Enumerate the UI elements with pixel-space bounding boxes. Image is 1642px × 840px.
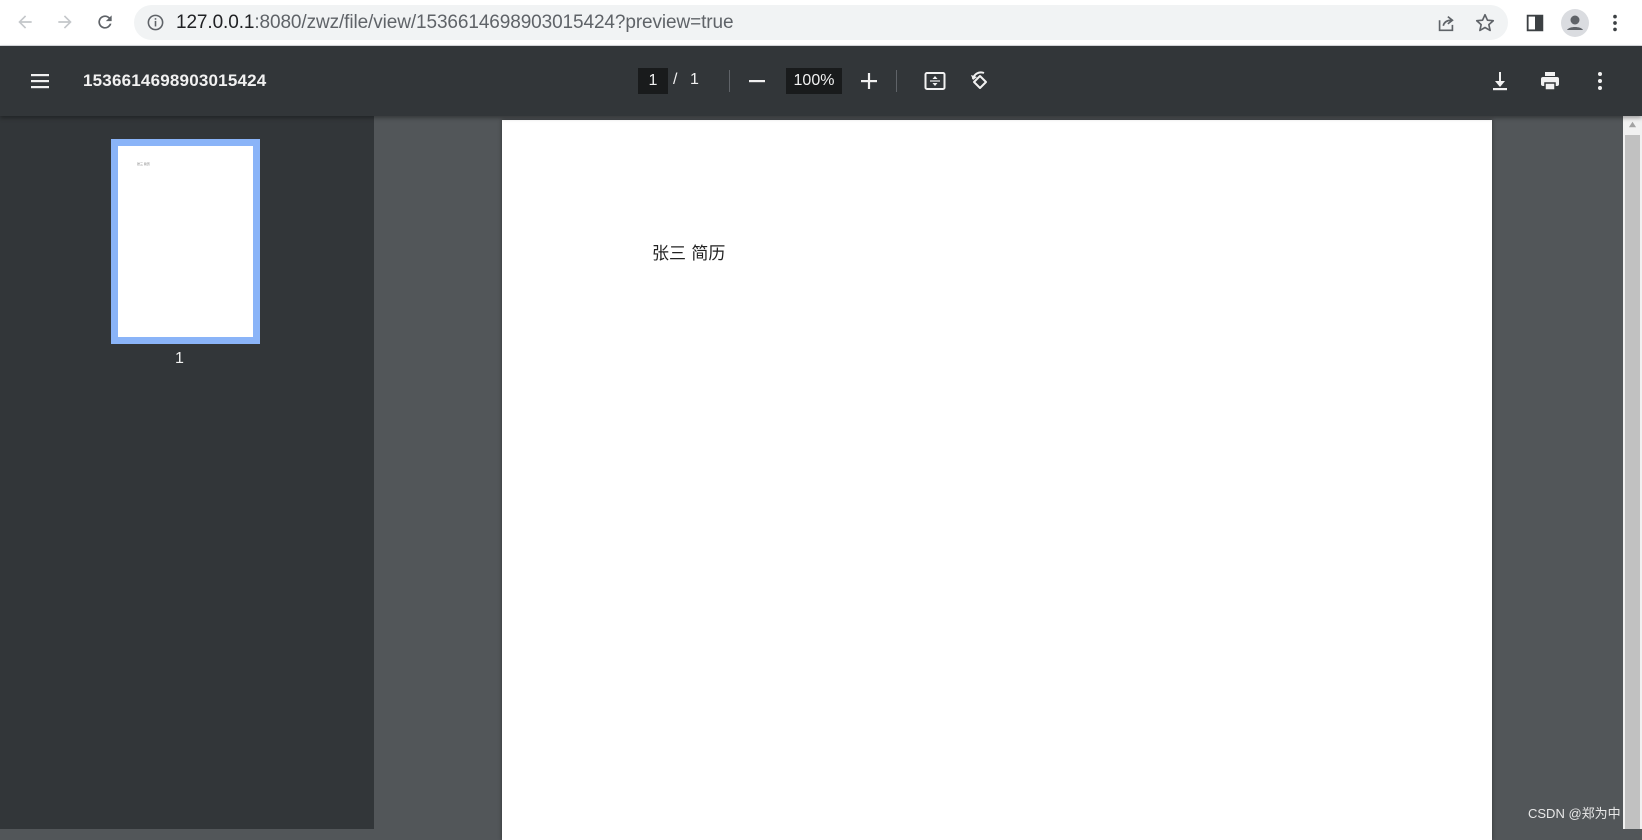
more-vert-icon [1598,72,1602,90]
reload-icon [98,15,112,29]
pdf-page: 张三 简历 [502,120,1492,840]
reload-button[interactable] [89,6,121,38]
triangle-up-icon [1628,121,1637,128]
page-separator: / [673,71,678,88]
rotate-counterclockwise-icon [971,71,987,89]
pdf-viewer[interactable]: 张三 简历 [374,116,1623,840]
thumbnail-text: 张三 简历 [137,162,150,166]
info-icon[interactable] [146,13,165,32]
scroll-up-button[interactable] [1623,116,1642,133]
vertical-scrollbar[interactable] [1623,116,1642,829]
thumbnail-page-number: 1 [175,350,184,367]
address-bar[interactable]: 127.0.0.1:8080/zwz/file/view/15366146989… [134,5,1508,40]
document-title: 1536614698903015424 [83,71,267,90]
back-button[interactable] [9,6,41,38]
side-panel-icon [1526,14,1544,32]
side-panel-button[interactable] [1519,7,1551,39]
fit-to-page-button[interactable] [921,67,949,95]
print-button[interactable] [1536,67,1564,95]
download-icon [1493,72,1507,91]
avatar-icon [1561,9,1589,37]
profile-button[interactable] [1559,7,1591,39]
fit-page-icon [924,72,946,90]
scrollbar-thumb[interactable] [1625,135,1640,829]
thumbnail-sidebar: 张三 简历 1 [0,116,374,829]
url-host: 127.0.0.1 [176,12,255,33]
minus-icon [749,80,765,83]
browser-menu-button[interactable] [1599,7,1631,39]
arrow-right-icon [58,15,72,29]
page-thumbnail[interactable]: 张三 简历 [111,139,260,344]
browser-chrome: 127.0.0.1:8080/zwz/file/view/15366146989… [0,0,1642,46]
watermark: CSDN @郑为中 [1528,806,1621,821]
zoom-out-button[interactable] [744,68,770,94]
plus-icon [861,73,877,89]
printer-icon [1541,72,1559,91]
page-total: 1 [690,71,699,88]
share-icon[interactable] [1435,12,1457,34]
pdf-more-options-button[interactable] [1586,67,1614,95]
download-button[interactable] [1486,67,1514,95]
zoom-level-input[interactable]: 100% [786,68,842,94]
page-number-input[interactable]: 1 [638,68,668,94]
pdf-toolbar: 1536614698903015424 1 / 1 100% [0,46,1642,116]
zoom-in-button[interactable] [856,68,882,94]
rotate-button[interactable] [966,67,994,95]
sidebar-toggle-button[interactable] [26,67,54,95]
toolbar-divider [729,70,730,92]
thumbnail-page-preview: 张三 简历 [118,146,253,337]
url-path: :8080/zwz/file/view/1536614698903015424?… [254,12,734,33]
arrow-left-icon [18,15,32,29]
document-heading: 张三 简历 [652,244,726,264]
bookmark-star-icon[interactable] [1474,12,1496,34]
hamburger-menu-icon [31,74,49,89]
toolbar-divider [896,70,897,92]
forward-button[interactable] [49,6,81,38]
url-text[interactable]: 127.0.0.1:8080/zwz/file/view/15366146989… [176,12,734,33]
kebab-menu-icon [1613,14,1617,32]
